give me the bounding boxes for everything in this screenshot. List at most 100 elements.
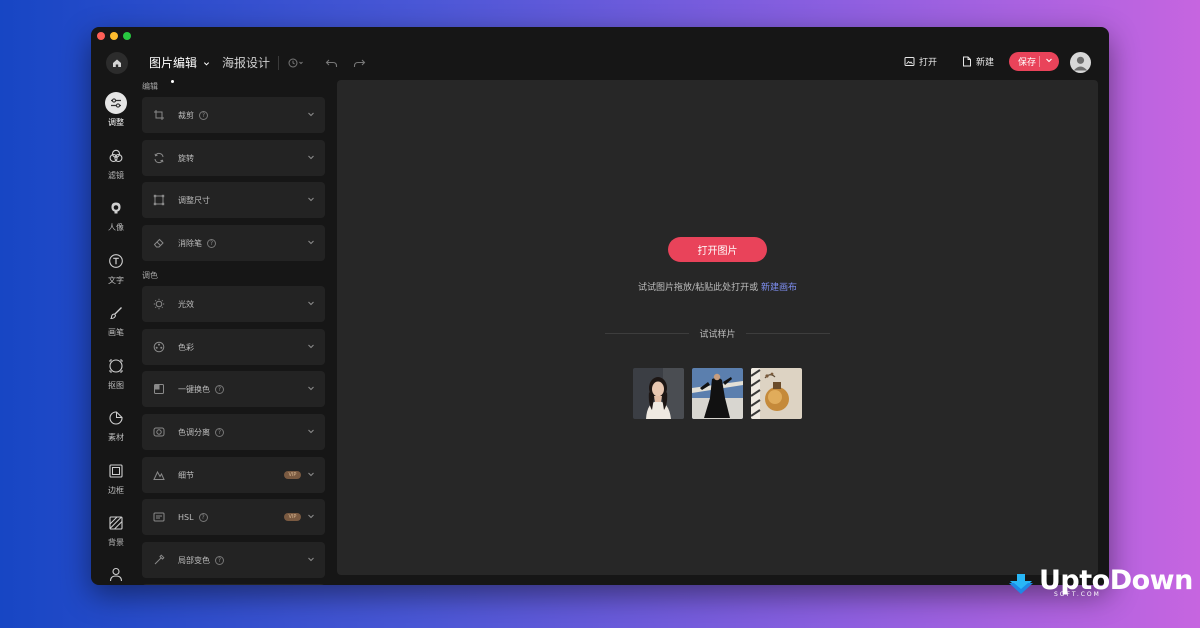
accordion-label: HSL (178, 512, 194, 522)
tab-poster-design-label: 海报设计 (222, 56, 271, 70)
uptodown-logo-icon (1009, 574, 1033, 594)
chevron-down-icon (308, 155, 314, 160)
tab-poster-design[interactable]: 海报设计 (222, 54, 270, 71)
eraser-icon (153, 238, 164, 248)
crop-icon (154, 110, 164, 120)
chevron-down-icon (308, 240, 314, 245)
drop-hint: 试试图片拖放/粘贴此处打开或 新建画布 (337, 280, 1098, 293)
chevron-down-icon (308, 472, 314, 477)
open-image-button[interactable]: 打开图片 (668, 237, 767, 262)
help-icon[interactable]: ? (215, 427, 224, 437)
rail-item-frame[interactable]: 边框 (91, 460, 141, 496)
avatar[interactable] (1070, 52, 1091, 73)
chevron-down-icon (308, 301, 314, 306)
tab-image-edit-label: 图片编辑 (149, 56, 198, 70)
accordion-label: 光效 (178, 299, 194, 309)
sample-image-product (751, 368, 802, 419)
accordion-label: 旋转 (178, 153, 194, 163)
accordion-label: 色彩 (178, 342, 194, 352)
home-button[interactable] (106, 52, 128, 74)
accordion-resize[interactable]: 调整尺寸 (142, 182, 325, 218)
accordion-label: 裁剪 (178, 110, 194, 120)
help-icon[interactable]: ? (198, 512, 208, 522)
redo-button[interactable] (350, 54, 368, 72)
minimize-window-button[interactable] (110, 32, 118, 40)
accordion-label: 色调分离 (178, 427, 210, 437)
open-image-icon (904, 57, 915, 66)
accordion-crop[interactable]: 裁剪 ? (142, 97, 325, 133)
save-button[interactable]: 保存 (1009, 52, 1059, 71)
rail-item-portrait[interactable]: 人像 (91, 197, 141, 233)
redo-icon (353, 59, 365, 67)
new-file-button[interactable]: 新建 (962, 55, 994, 68)
rotate-icon (154, 152, 164, 164)
section-title-edit: 编辑 (142, 82, 158, 91)
user-avatar-icon (1073, 56, 1088, 71)
rail-item-user[interactable] (91, 563, 141, 585)
zoom-window-button[interactable] (123, 32, 131, 40)
accordion-label: 一键换色 (178, 384, 210, 394)
rail-item-sticker[interactable]: 素材 (91, 407, 141, 443)
text-icon (109, 254, 123, 268)
sample-thumbnail-portrait[interactable] (633, 368, 684, 419)
rail-label: 抠图 (108, 381, 124, 390)
divider-line (746, 333, 830, 334)
rail-item-adjust[interactable]: 调整 (91, 92, 141, 128)
rail-item-cutout[interactable]: 抠图 (91, 355, 141, 391)
sample-thumbnail-product[interactable] (751, 368, 802, 419)
accordion-eraser[interactable]: 消除笔 ? (142, 225, 325, 261)
help-icon[interactable]: ? (215, 555, 224, 565)
rail-item-text[interactable]: 文字 (91, 250, 141, 286)
adjust-panel: 编辑 裁剪 ? 旋转 调整尺寸 消除笔 ? 调色 光效 色彩 一键换色 ? 色调… (141, 81, 327, 585)
rail-item-filter[interactable]: 滤镜 (91, 145, 141, 181)
toolbar-divider (278, 56, 279, 70)
tab-image-edit[interactable]: 图片编辑 (149, 54, 210, 71)
adjust-icon (111, 98, 121, 108)
history-button[interactable] (287, 54, 305, 72)
help-icon[interactable]: ? (199, 110, 208, 120)
accordion-label: 调整尺寸 (178, 195, 210, 205)
help-icon[interactable]: ? (207, 238, 216, 248)
samples-title: 试试样片 (699, 330, 736, 340)
save-split-divider (1039, 56, 1040, 67)
canvas-area[interactable]: 打开图片 试试图片拖放/粘贴此处打开或 新建画布 试试样片 (337, 80, 1098, 575)
help-icon[interactable]: ? (215, 384, 224, 394)
brush-icon (110, 307, 122, 320)
chevron-down-icon (308, 557, 314, 562)
accordion-label: 消除笔 (178, 238, 202, 248)
chevron-down-icon[interactable] (1045, 56, 1053, 64)
accordion-hsl[interactable]: HSL ? VIP (142, 499, 325, 535)
open-file-button[interactable]: 打开 (904, 55, 937, 68)
vip-badge: VIP (284, 513, 301, 521)
split-tone-icon (153, 427, 165, 437)
accordion-label: 局部变色 (178, 555, 210, 565)
undo-button[interactable] (322, 54, 340, 72)
accordion-label: 细节 (178, 470, 194, 480)
recolor-icon (154, 384, 164, 394)
rail-item-background[interactable]: 背景 (91, 512, 141, 548)
accordion-rotate[interactable]: 旋转 (142, 140, 325, 176)
undo-icon (325, 59, 337, 67)
frame-icon (109, 464, 123, 478)
watermark-sub: SOFT.COM (1054, 591, 1101, 598)
cutout-icon (109, 359, 123, 373)
accordion-light[interactable]: 光效 (142, 286, 325, 322)
sample-image-portrait (633, 368, 684, 419)
hsl-icon (153, 512, 165, 522)
accordion-recolor[interactable]: 一键换色 ? (142, 371, 325, 407)
rail-item-brush[interactable]: 画笔 (91, 302, 141, 338)
accordion-local-color[interactable]: 局部变色 ? (142, 542, 325, 578)
chevron-down-icon (308, 197, 314, 202)
accordion-more[interactable] (142, 584, 325, 585)
home-icon (113, 59, 121, 67)
close-window-button[interactable] (97, 32, 105, 40)
accordion-split-tone[interactable]: 色调分离 ? (142, 414, 325, 450)
uptodown-watermark: UptoDown SOFT.COM (1006, 565, 1193, 598)
new-canvas-link[interactable]: 新建画布 (761, 283, 797, 293)
section-title-color: 调色 (142, 271, 158, 280)
accordion-detail[interactable]: 细节 VIP (142, 457, 325, 493)
chevron-down-icon (308, 514, 314, 519)
tool-rail: 调整 滤镜 人像 文字 画笔 抠图 素材 边框 背景 (91, 85, 141, 585)
sample-thumbnail-fashion[interactable] (692, 368, 743, 419)
accordion-color[interactable]: 色彩 (142, 329, 325, 365)
